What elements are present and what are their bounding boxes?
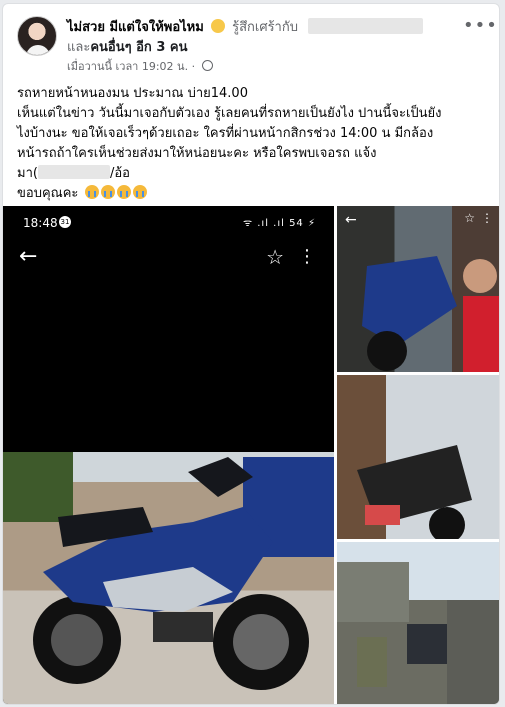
photo-grid: 18:48 31 ᯤ .ıl .ıl 54 ⚡ ← ☆ ⋮ ← ☆ ⋮ [3,206,499,704]
author-line: ไม่สวย มีแต่ใจให้พอไหม รู้สึกเศร้ากับ [67,16,424,37]
crying-face-icon [132,185,147,199]
kebab-menu-icon: ⋮ [298,246,316,267]
timestamp[interactable]: เมื่อวานนี้ เวลา 19:02 น. · [67,60,195,73]
post-header: ไม่สวย มีแต่ใจให้พอไหม รู้สึกเศร้ากับ แล… [15,14,487,73]
main-photo[interactable]: 18:48 31 ᯤ .ıl .ıl 54 ⚡ ← ☆ ⋮ [3,206,334,704]
phone-status-bar: 18:48 31 ᯤ .ıl .ıl 54 ⚡ [3,206,334,234]
author-name[interactable]: ไม่สวย มีแต่ใจให้พอไหม [67,20,204,35]
street-scene-illustration [337,542,499,704]
post-line-3: ไงบ้างนะ ขอให้เจอเร็วๆด้วยเถอะ ใครที่ผ่า… [17,126,434,141]
tagged-prefix: และ [67,40,91,55]
motorcycle-photo [3,452,334,704]
others-count-link[interactable]: คนอื่นๆ อีก 3 คน [90,40,187,55]
feeling-text: รู้สึกเศร้ากับ [232,20,298,35]
post-line-2: เห็นแต่ในข่าว วันนี้มาเจอกับตัวเอง รู้เล… [17,106,442,121]
post-line-1: รถหายหน้าหนองมน ประมาณ บ่าย14.00 [17,86,248,101]
crying-face-icon [116,185,131,199]
gallery-app-bar: ← ☆ ⋮ [3,242,334,278]
timestamp-line: เมื่อวานนี้ เวลา 19:02 น. · [67,57,213,75]
side-photo-1[interactable]: ← ☆ ⋮ [337,206,499,372]
motorcycle-rear-illustration [357,445,472,539]
contact-prefix: มา( [17,166,38,181]
tagged-line: และคนอื่นๆ อีก 3 คน [67,36,187,57]
blurred-phone [37,165,110,179]
side-photo-3[interactable] [337,542,499,704]
signal-battery-icon: ᯤ .ıl .ıl 54 ⚡ [242,218,316,229]
motorcycle-with-child-illustration [362,256,499,372]
status-time: 18:48 [23,216,58,230]
back-arrow-icon: ← [345,212,357,228]
avatar[interactable] [17,16,57,56]
post-contact-line: มา( /อ้อ [17,164,489,184]
notification-badge: 31 [59,216,71,228]
star-icon: ☆ [464,211,475,225]
star-icon: ☆ [266,245,284,269]
post-card: ไม่สวย มีแต่ใจให้พอไหม รู้สึกเศร้ากับ แล… [2,3,500,705]
crying-face-icon [100,185,115,199]
contact-suffix: /อ้อ [109,166,130,181]
side-photo-2[interactable] [337,375,499,539]
post-text: รถหายหน้าหนองมน ประมาณ บ่าย14.00 เห็นแต่… [17,84,489,204]
kebab-menu-icon: ⋮ [481,211,493,225]
globe-icon [201,60,213,71]
blurred-tagged-name [308,18,424,34]
sad-face-icon [210,19,225,33]
motorcycle-illustration [3,452,334,690]
crying-face-icon [84,185,99,199]
post-thanks-line: ขอบคุณคะ [17,184,489,204]
more-options-icon[interactable]: ••• [463,17,497,40]
back-arrow-icon: ← [19,244,38,269]
post-line-4: หน้ารถถ้าใครเห็นช่วยส่งมาให้หน่อยนะคะ หร… [17,146,377,161]
thanks-text: ขอบคุณคะ [17,186,79,201]
